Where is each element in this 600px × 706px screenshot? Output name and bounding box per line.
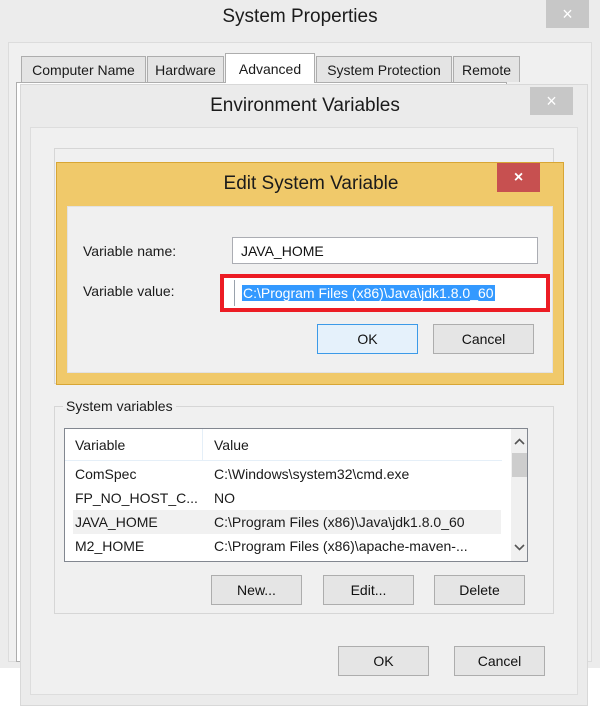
edit-button[interactable]: Edit... — [323, 575, 414, 605]
variable-cell: ComSpec — [75, 466, 137, 482]
variable-cell: JAVA_HOME — [75, 514, 158, 530]
scroll-up-button[interactable] — [511, 433, 527, 451]
tab-system-protection[interactable]: System Protection — [316, 56, 452, 82]
close-button[interactable]: × — [530, 87, 573, 115]
tab-label: Hardware — [155, 61, 216, 78]
group-legend: System variables — [63, 398, 176, 414]
table-row-selected[interactable]: JAVA_HOME C:\Program Files (x86)\Java\jd… — [73, 510, 501, 534]
window-title: Environment Variables — [210, 95, 400, 116]
new-button[interactable]: New... — [211, 575, 302, 605]
value-cell: C:\Program Files (x86)\apache-maven-... — [214, 538, 468, 554]
selected-text: C:\Program Files (x86)\Java\jdk1.8.0_60 — [242, 285, 495, 301]
scroll-thumb[interactable] — [512, 453, 527, 477]
cancel-button[interactable]: Cancel — [454, 646, 545, 676]
close-icon: × — [546, 91, 557, 111]
chevron-up-icon — [514, 436, 525, 448]
list-header: Variable Value — [65, 429, 502, 461]
tab-label: Advanced — [238, 60, 302, 77]
variable-name-label: Variable name: — [83, 243, 177, 259]
chevron-down-icon — [514, 542, 525, 554]
table-row[interactable]: ComSpec C:\Windows\system32\cmd.exe — [73, 462, 501, 486]
cancel-button[interactable]: Cancel — [433, 324, 534, 354]
tab-advanced[interactable]: Advanced — [225, 53, 315, 83]
delete-button[interactable]: Delete — [434, 575, 525, 605]
table-row[interactable]: FP_NO_HOST_C... NO — [73, 486, 501, 510]
variable-cell: M2_HOME — [75, 538, 145, 554]
value-cell: C:\Windows\system32\cmd.exe — [214, 466, 410, 482]
column-header-value[interactable]: Value — [214, 429, 249, 461]
close-icon: × — [562, 4, 573, 24]
ok-button[interactable]: OK — [317, 324, 418, 354]
vertical-scrollbar[interactable] — [511, 429, 527, 561]
variable-name-input[interactable]: JAVA_HOME — [232, 237, 538, 264]
ok-button[interactable]: OK — [338, 646, 429, 676]
system-variables-group: System variables Variable Value ComSpec … — [54, 398, 554, 614]
close-button[interactable]: × — [497, 163, 540, 192]
variable-value-input[interactable]: C:\Program Files (x86)\Java\jdk1.8.0_60 — [234, 280, 524, 306]
window-title: System Properties — [222, 6, 378, 27]
dialog-title: Edit System Variable — [223, 173, 399, 194]
variable-name-value: JAVA_HOME — [241, 242, 324, 259]
variable-value-highlight: C:\Program Files (x86)\Java\jdk1.8.0_60 — [220, 274, 550, 312]
close-icon: × — [513, 168, 524, 186]
scroll-down-button[interactable] — [511, 539, 527, 557]
tab-hardware[interactable]: Hardware — [147, 56, 224, 82]
column-header-variable[interactable]: Variable — [75, 429, 125, 461]
tab-label: System Protection — [327, 61, 441, 78]
edit-system-variable-dialog: Edit System Variable × Variable name: JA… — [56, 162, 564, 385]
dialog-body: Variable name: JAVA_HOME Variable value:… — [67, 206, 553, 373]
tab-label: Computer Name — [32, 61, 135, 78]
table-row[interactable]: M2_HOME C:\Program Files (x86)\apache-ma… — [73, 534, 501, 558]
system-variables-list[interactable]: Variable Value ComSpec C:\Windows\system… — [64, 428, 528, 562]
variable-value-label: Variable value: — [83, 283, 175, 299]
column-separator[interactable] — [202, 429, 203, 461]
value-cell: NO — [214, 490, 235, 506]
tab-computer-name[interactable]: Computer Name — [21, 56, 146, 82]
variable-cell: FP_NO_HOST_C... — [75, 490, 198, 506]
tab-label: Remote — [461, 61, 512, 78]
value-cell: C:\Program Files (x86)\Java\jdk1.8.0_60 — [214, 514, 465, 530]
tab-remote[interactable]: Remote — [453, 56, 520, 82]
close-button[interactable]: × — [546, 0, 589, 28]
